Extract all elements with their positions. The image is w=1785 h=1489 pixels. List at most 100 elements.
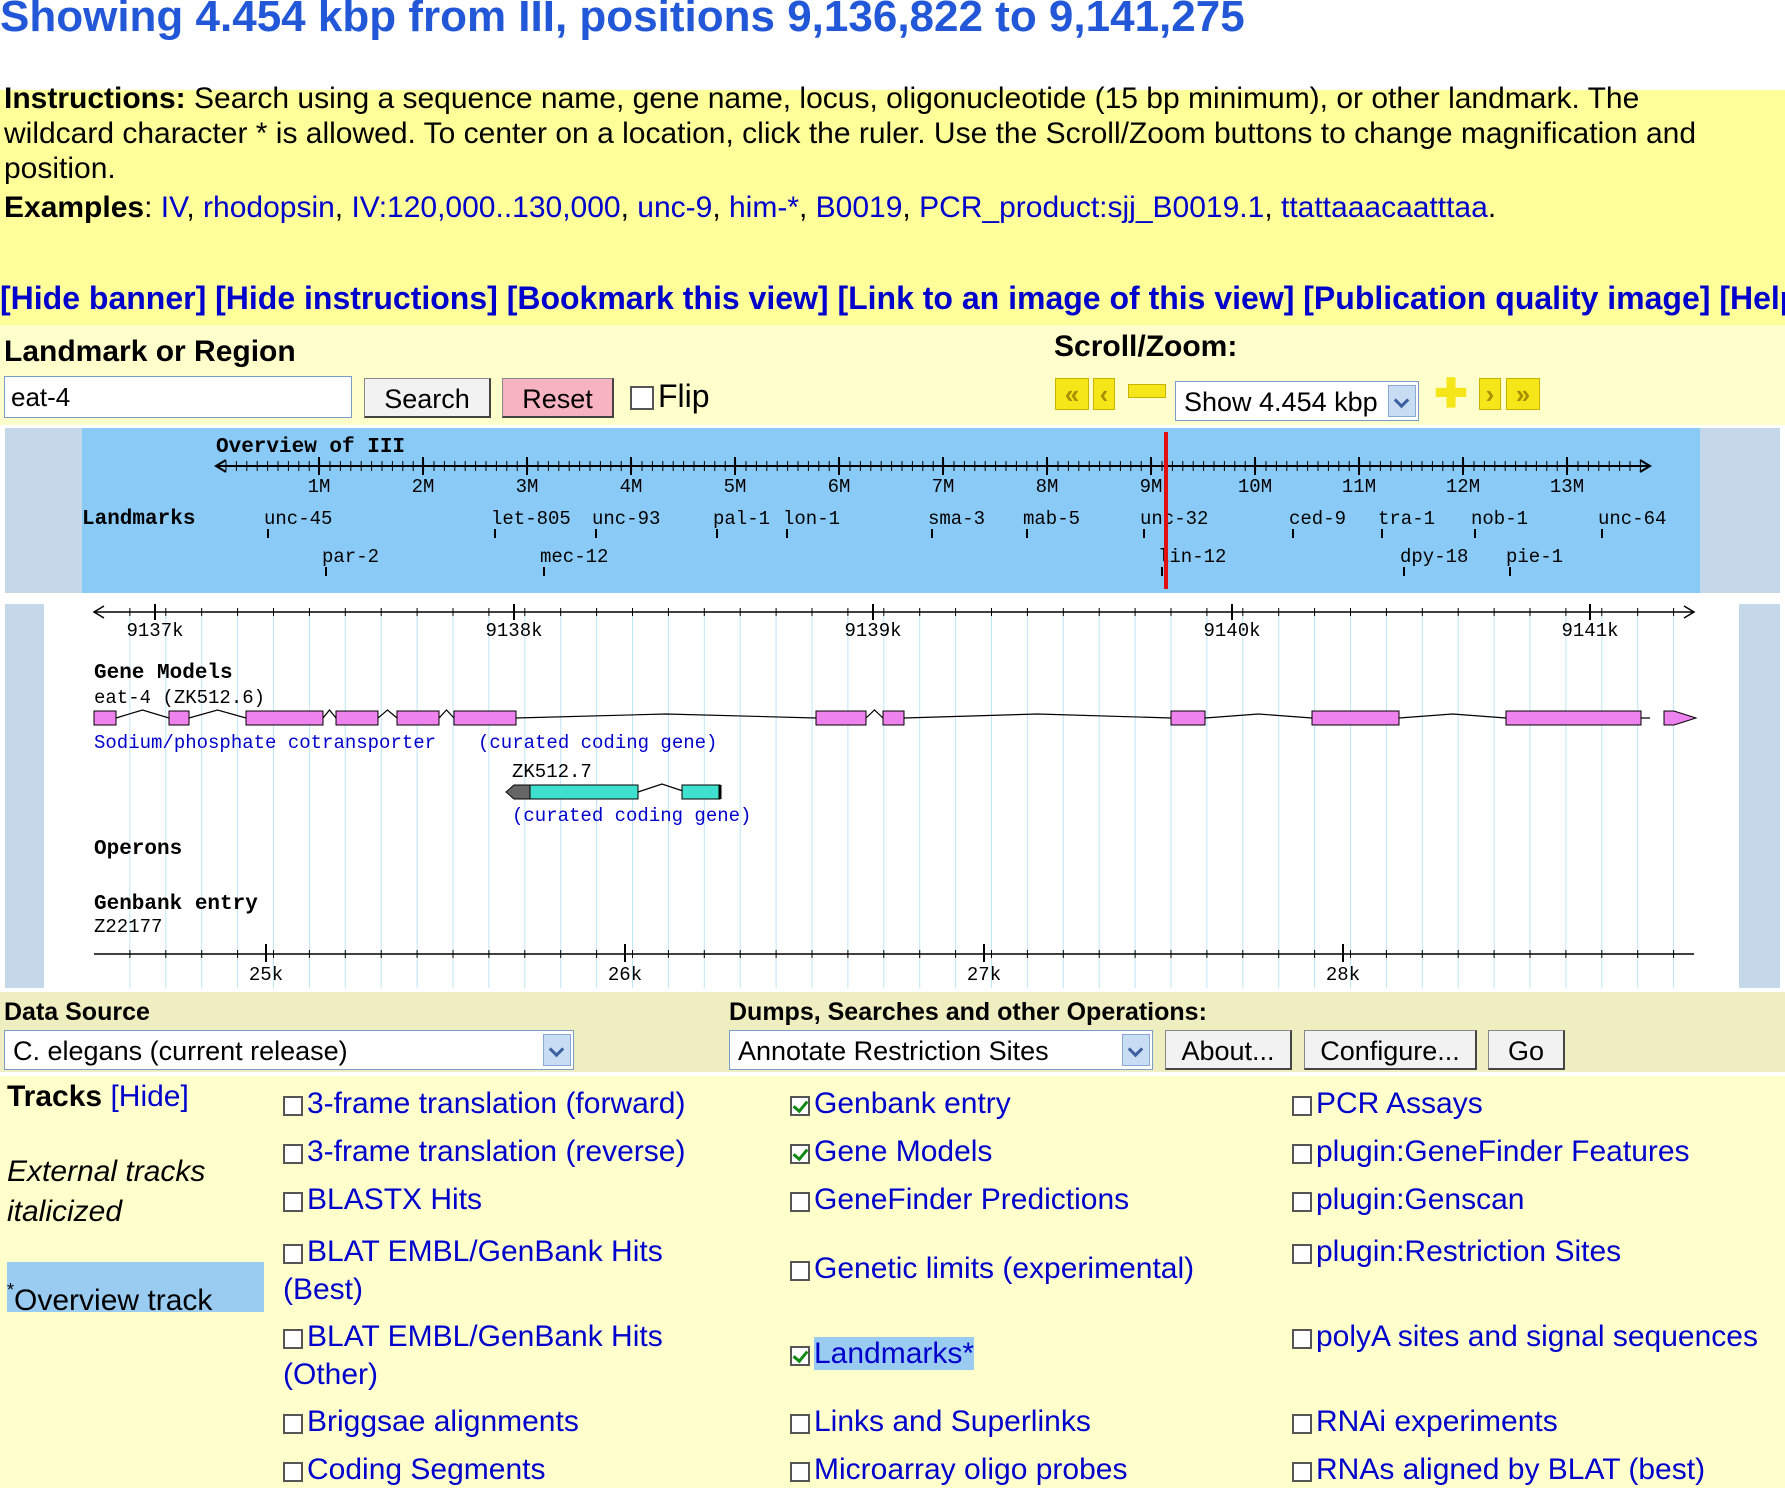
track-option[interactable]: RNAi experiments: [1292, 1403, 1772, 1441]
track-checkbox[interactable]: [283, 1414, 303, 1434]
examples-label: Examples: [4, 191, 145, 224]
track-checkbox[interactable]: [790, 1462, 810, 1482]
example-link[interactable]: rhodopsin: [203, 191, 335, 224]
track-checkbox[interactable]: [790, 1192, 810, 1212]
zoom-in-button[interactable]: ✚: [1432, 374, 1470, 414]
track-checkbox[interactable]: [1292, 1096, 1312, 1116]
track-checkbox[interactable]: [1292, 1414, 1312, 1434]
overview-track-note: *Overview track: [7, 1262, 264, 1317]
gene1-exon: [1170, 710, 1206, 726]
scroll-right-far-button[interactable]: »: [1506, 378, 1540, 410]
overview-title: Overview of III: [216, 436, 405, 459]
track-checkbox[interactable]: [1292, 1244, 1312, 1264]
track-option[interactable]: BLASTX Hits: [283, 1181, 713, 1219]
track-option[interactable]: Genbank entry: [790, 1085, 1250, 1123]
search-button[interactable]: Search: [364, 378, 491, 418]
track-checkbox[interactable]: [283, 1244, 303, 1264]
gene1-exon: [1311, 710, 1400, 726]
scroll-right-button[interactable]: ›: [1479, 378, 1501, 410]
track-option[interactable]: polyA sites and signal sequences: [1292, 1318, 1772, 1356]
detail-tick-label: 9140k: [1203, 620, 1260, 642]
overview-tick-label: 7M: [932, 476, 955, 498]
external-tracks-note: External tracks italicized: [7, 1155, 206, 1228]
chevron-down-icon: [543, 1034, 571, 1066]
track-option[interactable]: plugin:Restriction Sites: [1292, 1233, 1772, 1271]
track-label: BLAT EMBL/GenBank Hits (Other): [283, 1320, 663, 1391]
tracks-hide-link[interactable]: [Hide]: [110, 1080, 188, 1113]
track-checkbox[interactable]: [283, 1096, 303, 1116]
track-option[interactable]: GeneFinder Predictions: [790, 1181, 1250, 1219]
go-button[interactable]: Go: [1488, 1030, 1565, 1070]
track-option[interactable]: RNAs aligned by BLAT (best): [1292, 1451, 1772, 1489]
about-button[interactable]: About...: [1165, 1030, 1292, 1070]
overview-tick-label: 10M: [1238, 476, 1272, 498]
landmark-label: nob-1: [1471, 508, 1528, 530]
track-checkbox[interactable]: [1292, 1144, 1312, 1164]
track-checkbox[interactable]: [790, 1261, 810, 1281]
example-link[interactable]: PCR_product:sjj_B0019.1: [919, 191, 1264, 224]
overview-map[interactable]: Overview of III 1M 2M 3M 4M 5M 6M 7M 8M 9M 10M 11M…: [82, 428, 1700, 593]
track-option[interactable]: Genetic limits (experimental): [790, 1250, 1250, 1288]
detail-view[interactable]: 9137k 9138k 9139k 9140k 9141k Gene Models ea…: [44, 604, 1739, 988]
track-label: BLASTX Hits: [307, 1183, 483, 1216]
gene1-exon: [245, 710, 324, 726]
example-link[interactable]: B0019: [816, 191, 903, 224]
track-checkbox[interactable]: [1292, 1329, 1312, 1349]
detail-tick-label: 9139k: [844, 620, 901, 642]
gene2-model[interactable]: [505, 783, 722, 800]
nav-link[interactable]: [Hide banner]: [0, 280, 206, 316]
track-option[interactable]: Links and Superlinks: [790, 1403, 1250, 1441]
track-checkbox[interactable]: [283, 1329, 303, 1349]
track-option[interactable]: Briggsae alignments: [283, 1403, 713, 1441]
track-option[interactable]: Microarray oligo probes: [790, 1451, 1250, 1489]
track-checkbox[interactable]: [790, 1346, 810, 1366]
operations-select[interactable]: Annotate Restriction Sites: [729, 1030, 1153, 1070]
track-checkbox[interactable]: [1292, 1462, 1312, 1482]
overview-tick-label: 11M: [1342, 476, 1376, 498]
example-link[interactable]: IV: [161, 191, 187, 224]
reset-button[interactable]: Reset: [502, 378, 614, 418]
scroll-left-far-button[interactable]: «: [1055, 378, 1089, 410]
track-checkbox[interactable]: [283, 1144, 303, 1164]
landmark-label: unc-45: [264, 508, 332, 530]
track-option[interactable]: 3-frame translation (reverse): [283, 1133, 713, 1171]
flip-option[interactable]: Flip: [630, 378, 710, 415]
example-link[interactable]: ttattaaacaatttaa: [1281, 191, 1488, 224]
landmark-input[interactable]: [4, 376, 352, 418]
flip-checkbox[interactable]: [630, 386, 654, 410]
datasource-select[interactable]: C. elegans (current release): [4, 1030, 574, 1070]
track-checkbox[interactable]: [790, 1144, 810, 1164]
track-checkbox[interactable]: [1292, 1192, 1312, 1212]
nav-link[interactable]: [Help]: [1719, 280, 1785, 316]
chevron-down-icon: [1388, 385, 1416, 417]
overview-tick-label: 13M: [1550, 476, 1584, 498]
zoom-out-button[interactable]: [1128, 384, 1166, 398]
track-option[interactable]: BLAT EMBL/GenBank Hits (Other): [283, 1318, 713, 1394]
zoom-select[interactable]: Show 4.454 kbp: [1175, 381, 1419, 421]
track-option[interactable]: PCR Assays: [1292, 1085, 1772, 1123]
track-option[interactable]: Landmarks*: [790, 1335, 1250, 1373]
gene1-model[interactable]: [93, 709, 1698, 726]
nav-link[interactable]: [Bookmark this view]: [507, 280, 829, 316]
track-checkbox[interactable]: [283, 1462, 303, 1482]
example-link[interactable]: IV:120,000..130,000: [351, 191, 620, 224]
track-label: 3-frame translation (forward): [307, 1087, 686, 1120]
instructions-line-1: Instructions: Search using a sequence na…: [4, 82, 1640, 115]
track-option[interactable]: BLAT EMBL/GenBank Hits (Best): [283, 1233, 713, 1309]
track-checkbox[interactable]: [790, 1414, 810, 1434]
nav-link[interactable]: [Publication quality image]: [1303, 280, 1710, 316]
example-link[interactable]: him-*: [729, 191, 799, 224]
track-option[interactable]: plugin:Genscan: [1292, 1181, 1772, 1219]
track-checkbox[interactable]: [790, 1096, 810, 1116]
track-option[interactable]: 3-frame translation (forward): [283, 1085, 713, 1123]
nav-link[interactable]: [Link to an image of this view]: [837, 280, 1294, 316]
track-option[interactable]: Coding Segments: [283, 1451, 713, 1489]
track-option[interactable]: plugin:GeneFinder Features: [1292, 1133, 1772, 1171]
track-checkbox[interactable]: [283, 1192, 303, 1212]
configure-button[interactable]: Configure...: [1304, 1030, 1477, 1070]
nav-link[interactable]: [Hide instructions]: [215, 280, 498, 316]
scroll-left-button[interactable]: ‹: [1093, 378, 1115, 410]
track-option[interactable]: Gene Models: [790, 1133, 1250, 1171]
example-link[interactable]: unc-9: [637, 191, 712, 224]
tracks-heading: Tracks [Hide]: [7, 1080, 189, 1113]
